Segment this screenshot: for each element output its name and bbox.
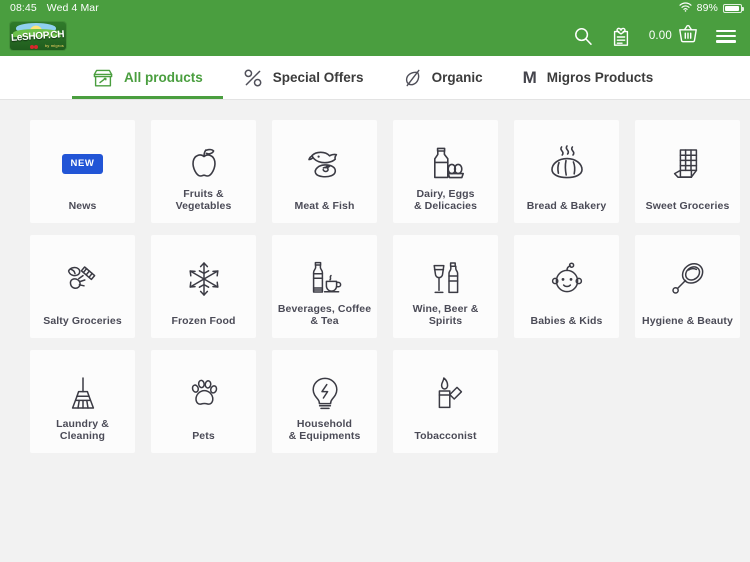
logo-ribbon: by migros [44,43,64,48]
battery-icon [723,3,744,13]
category-label: Beverages, Coffee & Tea [277,303,372,327]
tab-special-offers[interactable]: Special Offers [223,56,384,99]
content-area: NEW News Fruits & Vegetables Meat & Fish… [0,100,750,562]
category-label: Household & Equipments [288,418,361,442]
hand-mirror-icon [668,257,708,301]
paw-print-icon [184,372,224,416]
status-bar-date: Wed 4 Mar [46,2,99,14]
category-card-beverages-coffee-tea[interactable]: Beverages, Coffee & Tea [272,235,377,338]
fish-and-steak-icon [304,142,346,186]
category-card-sweet-groceries[interactable]: Sweet Groceries [635,120,740,223]
category-card-bread-bakery[interactable]: Bread & Bakery [514,120,619,223]
category-label: News [68,200,97,212]
apple-icon [186,142,222,186]
status-bar: 08:45 Wed 4 Mar 89% [0,0,750,16]
broom-icon [64,372,102,416]
percent-icon [243,68,263,88]
hamburger-menu-icon[interactable] [716,29,736,43]
cart-button[interactable]: 0.00 [649,24,698,48]
category-label: Wine, Beer & Spirits [412,303,479,327]
tab-all-products[interactable]: All products [72,56,223,99]
chocolate-bar-icon [669,142,707,186]
light-bulb-icon [306,372,344,416]
category-card-laundry-cleaning[interactable]: Laundry & Cleaning [30,350,135,453]
category-label: Meat & Fish [294,200,355,212]
basket-icon [678,24,698,48]
category-label: Laundry & Cleaning [56,418,109,442]
category-label: Pets [192,430,215,442]
letter-m-icon: M [522,68,537,87]
tab-label: Organic [431,70,483,85]
category-label: Bread & Bakery [526,200,607,212]
new-badge-wrap: NEW [61,142,104,186]
lighter-icon [426,372,466,416]
category-card-meat-fish[interactable]: Meat & Fish [272,120,377,223]
category-card-dairy-eggs-delicacies[interactable]: Dairy, Eggs & Delicacies [393,120,498,223]
milk-bottle-eggs-icon [425,142,467,186]
status-bar-time: 08:45 [10,2,37,14]
tab-migros-products[interactable]: M Migros Products [503,56,674,99]
category-card-household-equipments[interactable]: Household & Equipments [272,350,377,453]
app-header: LeSHOP.CH by migros 0.00 [0,16,750,56]
search-icon[interactable] [573,26,593,46]
battery-percentage: 89% [696,2,718,14]
shopping-list-heart-icon[interactable] [611,25,631,47]
header-actions: 0.00 [573,24,736,48]
new-badge: NEW [61,154,104,174]
wine-glass-bottle-icon [426,257,466,301]
tab-organic[interactable]: Organic [384,56,503,99]
wifi-icon [679,1,692,15]
category-card-frozen-food[interactable]: Frozen Food [151,235,256,338]
leshop-logo[interactable]: LeSHOP.CH by migros [10,22,66,50]
category-label: Babies & Kids [530,315,603,327]
status-bar-indicators: 89% [679,1,744,15]
category-label: Frozen Food [171,315,236,327]
market-stall-icon [92,68,114,88]
category-card-fruits-vegetables[interactable]: Fruits & Vegetables [151,120,256,223]
category-label: Hygiene & Beauty [642,315,733,327]
category-grid: NEW News Fruits & Vegetables Meat & Fish… [30,120,740,453]
app-screen: 08:45 Wed 4 Mar 89% LeSHOP.CH by migros [0,0,750,562]
category-card-pets[interactable]: Pets [151,350,256,453]
bottle-and-cup-icon [304,257,346,301]
category-card-hygiene-beauty[interactable]: Hygiene & Beauty [635,235,740,338]
baby-face-icon [547,257,587,301]
chips-snacks-icon [62,257,104,301]
category-card-news[interactable]: NEW News [30,120,135,223]
tab-label: Migros Products [546,70,654,85]
category-card-salty-groceries[interactable]: Salty Groceries [30,235,135,338]
bread-loaf-icon [546,142,588,186]
category-label: Salty Groceries [43,315,122,327]
tab-label: All products [124,70,203,85]
category-label: Tobacconist [414,430,477,442]
category-card-babies-kids[interactable]: Babies & Kids [514,235,619,338]
snowflake-icon [185,257,223,301]
cart-amount: 0.00 [648,30,672,42]
tab-label: Special Offers [272,70,364,85]
leaf-icon [404,68,422,88]
category-card-tobacconist[interactable]: Tobacconist [393,350,498,453]
category-tab-bar: All products Special Offers Organic M Mi… [0,56,750,100]
category-label: Sweet Groceries [645,200,730,212]
category-label: Fruits & Vegetables [175,188,232,212]
category-card-wine-beer-spirits[interactable]: Wine, Beer & Spirits [393,235,498,338]
category-label: Dairy, Eggs & Delicacies [413,188,478,212]
logo-cherry-icon [30,42,39,49]
